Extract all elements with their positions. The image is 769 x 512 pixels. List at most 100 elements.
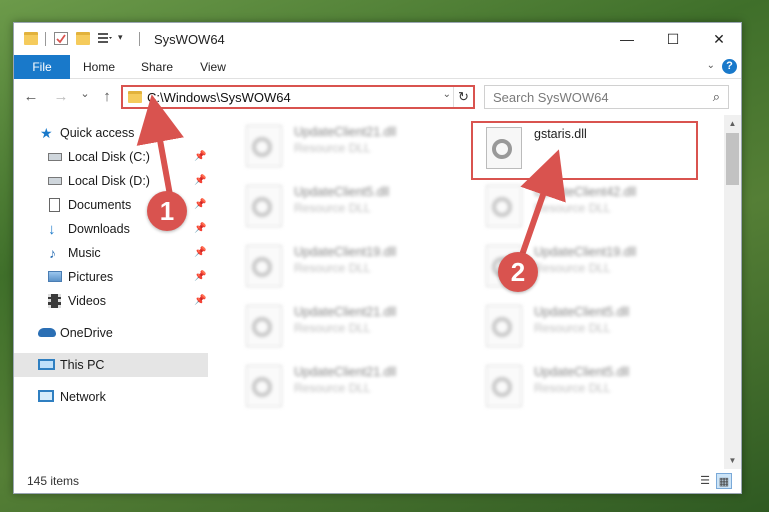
list-item[interactable]: UpdateClient19.dll Resource DLL — [234, 239, 454, 295]
sidebar-item-label: Quick access — [60, 126, 135, 140]
sidebar-item-label: Local Disk (D:) — [68, 174, 150, 188]
file-type: Resource DLL — [294, 201, 371, 215]
sidebar-item-label: Network — [60, 390, 106, 404]
tab-home[interactable]: Home — [76, 55, 122, 79]
list-item[interactable]: UpdateClient21.dll Resource DLL — [234, 299, 454, 355]
navigation-bar: ← → ⌄ ↑ C:\Windows\SysWOW64 ⌄ ↻ ⌕ — [14, 80, 741, 114]
file-type: Resource DLL — [534, 381, 611, 395]
expand-ribbon-icon[interactable]: ⌄ — [707, 60, 715, 71]
file-name: UpdateClient19.dll — [534, 245, 637, 259]
sidebar-item-videos[interactable]: Videos 📌 — [14, 289, 208, 313]
ribbon-tabs: File Home Share View ⌄ ? — [14, 55, 741, 79]
gear-icon — [252, 317, 272, 337]
sidebar-item-label: Videos — [68, 294, 106, 308]
new-folder-icon[interactable] — [76, 32, 90, 45]
list-item[interactable]: UpdateClient5.dll Resource DLL — [474, 359, 694, 415]
download-icon: ↓ — [48, 221, 56, 238]
file-type: Resource DLL — [534, 261, 611, 275]
large-icons-view-button[interactable]: ▦ — [716, 473, 732, 489]
list-item[interactable]: UpdateClient21.dll Resource DLL — [234, 359, 454, 415]
search-box[interactable]: ⌕ — [484, 85, 729, 109]
scroll-thumb[interactable] — [726, 133, 739, 185]
file-name: UpdateClient19.dll — [294, 245, 397, 259]
sidebar-item-pictures[interactable]: Pictures 📌 — [14, 265, 208, 289]
sidebar-item-onedrive[interactable]: OneDrive — [14, 321, 208, 345]
pin-icon[interactable]: 📌 — [194, 145, 206, 169]
file-type: Resource DLL — [534, 321, 611, 335]
maximize-button[interactable]: ☐ — [650, 23, 696, 55]
back-button[interactable]: ← — [22, 88, 40, 105]
sidebar-item-this-pc[interactable]: This PC — [14, 353, 208, 377]
file-type: Resource DLL — [534, 201, 611, 215]
cloud-icon — [38, 328, 56, 337]
documents-icon — [49, 198, 60, 212]
item-count: 145 items — [27, 474, 80, 488]
details-view-button[interactable]: ☰ — [697, 473, 713, 489]
pin-icon[interactable]: 📌 — [194, 241, 206, 265]
gear-icon — [252, 137, 272, 157]
minimize-button[interactable]: — — [604, 23, 650, 55]
properties-icon[interactable] — [54, 32, 68, 45]
step-1-badge: 1 — [147, 191, 187, 231]
list-item[interactable]: UpdateClient42.dll Resource DLL — [474, 179, 694, 235]
scroll-down-button[interactable]: ▼ — [724, 452, 741, 469]
file-name: UpdateClient21.dll — [294, 305, 397, 319]
sidebar-item-label: Downloads — [68, 222, 130, 236]
file-type: Resource DLL — [294, 141, 371, 155]
file-name: UpdateClient42.dll — [534, 185, 637, 199]
sidebar-item-label: Local Disk (C:) — [68, 150, 150, 164]
close-button[interactable]: ✕ — [696, 23, 742, 55]
customize-toolbar-icon[interactable] — [98, 32, 114, 45]
vertical-scrollbar[interactable]: ▲ ▼ — [724, 115, 741, 469]
tab-share[interactable]: Share — [134, 55, 180, 79]
status-bar: 145 items ☰ ▦ — [14, 469, 741, 493]
address-bar[interactable]: C:\Windows\SysWOW64 ⌄ ↻ — [121, 85, 475, 109]
sidebar-item-network[interactable]: Network — [14, 385, 208, 409]
highlight-box — [471, 121, 698, 180]
folder-icon — [24, 32, 38, 45]
gear-icon — [492, 197, 512, 217]
search-input[interactable] — [493, 87, 703, 107]
star-icon: ★ — [40, 125, 53, 141]
pin-icon[interactable]: 📌 — [194, 169, 206, 193]
pin-icon[interactable]: 📌 — [194, 289, 206, 313]
refresh-button[interactable]: ↻ — [453, 87, 473, 107]
forward-button[interactable]: → — [52, 88, 70, 105]
music-icon: ♪ — [49, 245, 56, 261]
help-button[interactable]: ? — [722, 59, 737, 74]
list-item[interactable]: UpdateClient5.dll Resource DLL — [234, 179, 454, 235]
chevron-down-icon[interactable]: ⌄ — [443, 89, 451, 100]
separator — [45, 32, 46, 46]
drive-icon — [48, 177, 62, 185]
file-name: UpdateClient21.dll — [294, 125, 397, 139]
drive-icon — [48, 153, 62, 161]
sidebar-item-label: Pictures — [68, 270, 114, 284]
gear-icon — [252, 197, 272, 217]
file-name: UpdateClient21.dll — [294, 365, 397, 379]
list-item[interactable]: UpdateClient21.dll Resource DLL — [234, 119, 454, 175]
pin-icon[interactable]: 📌 — [194, 217, 206, 241]
recent-locations-button[interactable]: ⌄ — [76, 87, 94, 100]
list-item[interactable]: UpdateClient5.dll Resource DLL — [474, 299, 694, 355]
file-name: UpdateClient5.dll — [534, 305, 630, 319]
up-button[interactable]: ↑ — [98, 88, 116, 105]
search-icon[interactable]: ⌕ — [713, 89, 720, 105]
sidebar-item-local-disk-c[interactable]: Local Disk (C:) 📌 — [14, 145, 208, 169]
sidebar-item-quick-access[interactable]: ★ Quick access — [14, 121, 208, 145]
pin-icon[interactable]: 📌 — [194, 265, 206, 289]
explorer-window: ▾ SysWOW64 — ☐ ✕ File Home Share View ⌄ … — [13, 22, 742, 494]
scroll-up-button[interactable]: ▲ — [724, 115, 741, 132]
sidebar-item-music[interactable]: ♪ Music 📌 — [14, 241, 208, 265]
window-title: SysWOW64 — [154, 32, 225, 47]
quick-access-dropdown-icon[interactable]: ▾ — [118, 32, 132, 45]
tab-view[interactable]: View — [190, 55, 236, 79]
address-path[interactable]: C:\Windows\SysWOW64 — [147, 90, 291, 105]
sidebar-item-label: Music — [68, 246, 101, 260]
pin-icon[interactable]: 📌 — [194, 193, 206, 217]
file-name: UpdateClient5.dll — [294, 185, 390, 199]
network-icon — [38, 390, 54, 402]
tab-file[interactable]: File — [14, 55, 70, 79]
computer-icon — [38, 359, 55, 370]
file-type: Resource DLL — [294, 261, 371, 275]
sidebar-item-local-disk-d[interactable]: Local Disk (D:) 📌 — [14, 169, 208, 193]
